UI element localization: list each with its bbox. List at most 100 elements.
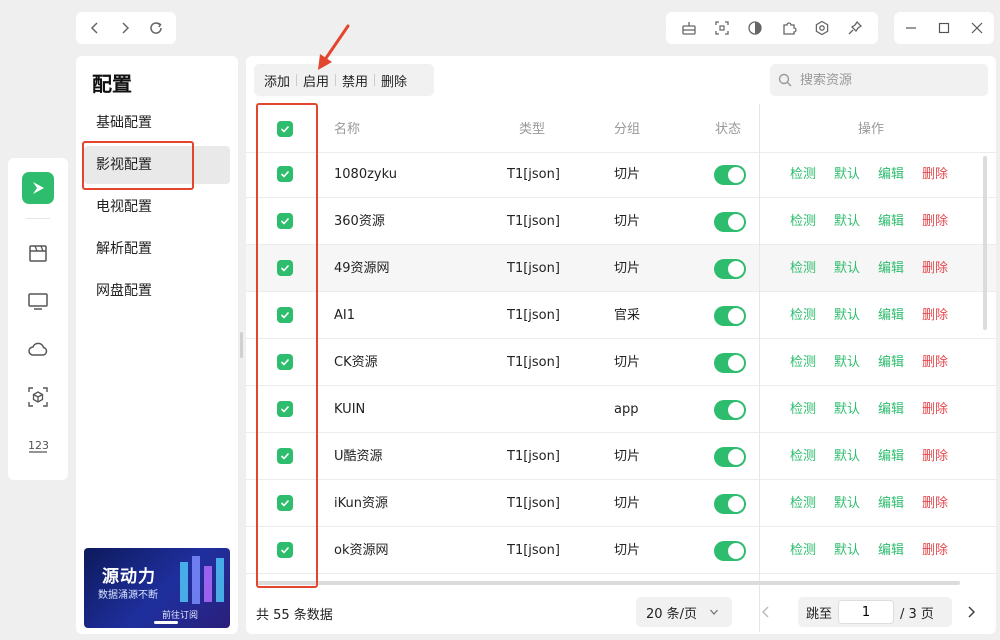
table-row[interactable]: AI1 T1[json] 官采 检测 默认 编辑 删除 — [246, 292, 996, 339]
check-link[interactable]: 检测 — [790, 292, 816, 339]
status-toggle[interactable] — [714, 494, 746, 514]
table-row[interactable]: 360资源 T1[json] 切片 检测 默认 编辑 删除 — [246, 198, 996, 245]
edit-link[interactable]: 编辑 — [878, 245, 904, 292]
delete-link[interactable]: 删除 — [922, 386, 948, 433]
default-link[interactable]: 默认 — [834, 433, 860, 480]
delete-link[interactable]: 删除 — [922, 433, 948, 480]
search-box[interactable] — [770, 64, 988, 96]
status-toggle[interactable] — [714, 447, 746, 467]
delete-link[interactable]: 删除 — [922, 151, 948, 198]
status-toggle[interactable] — [714, 306, 746, 326]
close-icon[interactable] — [971, 22, 983, 34]
pin-icon[interactable] — [847, 20, 863, 36]
table-row[interactable]: iKun资源 T1[json] 切片 检测 默认 编辑 删除 — [246, 480, 996, 527]
table-row[interactable]: U酷资源 T1[json] 切片 检测 默认 编辑 删除 — [246, 433, 996, 480]
back-icon[interactable] — [88, 21, 102, 35]
delete-link[interactable]: 删除 — [922, 527, 948, 574]
cube-scan-icon[interactable] — [18, 373, 58, 421]
delete-link[interactable]: 删除 — [922, 198, 948, 245]
check-link[interactable]: 检测 — [790, 480, 816, 527]
col-type-header[interactable]: 类型 — [519, 106, 545, 153]
delete-button[interactable]: 删除 — [377, 71, 411, 90]
cell-group: 切片 — [614, 543, 641, 558]
col-status-header[interactable]: 状态 — [715, 106, 741, 153]
delete-link[interactable]: 删除 — [922, 480, 948, 527]
cloud-icon[interactable] — [18, 325, 58, 373]
numbers-icon[interactable]: 123 — [18, 421, 58, 469]
edit-link[interactable]: 编辑 — [878, 386, 904, 433]
search-input[interactable] — [800, 72, 970, 88]
col-ops-header: 操作 — [858, 122, 885, 137]
cell-type: T1[json] — [507, 214, 560, 229]
banner-button[interactable]: 前往订阅 — [162, 608, 198, 621]
check-link[interactable]: 检测 — [790, 433, 816, 480]
default-link[interactable]: 默认 — [834, 292, 860, 339]
toolbar-divider — [374, 74, 376, 86]
check-link[interactable]: 检测 — [790, 151, 816, 198]
edit-link[interactable]: 编辑 — [878, 339, 904, 386]
settings-icon[interactable] — [814, 20, 830, 36]
horizontal-scrollbar[interactable] — [256, 581, 960, 585]
promo-banner[interactable]: 源动力 数据涌源不断 前往订阅 — [84, 548, 230, 628]
minimize-icon[interactable] — [905, 22, 917, 34]
vertical-scrollbar[interactable] — [983, 156, 987, 330]
sidebar-item-netdisk[interactable]: 网盘配置 — [84, 272, 230, 310]
check-link[interactable]: 检测 — [790, 527, 816, 574]
default-link[interactable]: 默认 — [834, 480, 860, 527]
default-link[interactable]: 默认 — [834, 245, 860, 292]
theme-icon[interactable] — [747, 20, 763, 36]
status-toggle[interactable] — [714, 212, 746, 232]
check-link[interactable]: 检测 — [790, 198, 816, 245]
maximize-icon[interactable] — [938, 22, 950, 34]
add-button[interactable]: 添加 — [260, 71, 294, 90]
col-group-header[interactable]: 分组 — [614, 106, 640, 153]
refresh-icon[interactable] — [148, 20, 164, 36]
edit-link[interactable]: 编辑 — [878, 198, 904, 245]
status-toggle[interactable] — [714, 400, 746, 420]
qrcode-icon[interactable] — [714, 20, 730, 36]
app-logo-icon[interactable] — [22, 172, 54, 204]
table-row[interactable]: ok资源网 T1[json] 切片 检测 默认 编辑 删除 — [246, 527, 996, 574]
table-row[interactable]: 49资源网 T1[json] 切片 检测 默认 编辑 删除 — [246, 245, 996, 292]
delete-link[interactable]: 删除 — [922, 339, 948, 386]
annotation-box-checkboxes — [256, 103, 318, 588]
sidebar-item-tv[interactable]: 电视配置 — [84, 188, 230, 226]
table-row[interactable]: 1080zyku T1[json] 切片 检测 默认 编辑 删除 — [246, 151, 996, 198]
default-link[interactable]: 默认 — [834, 527, 860, 574]
check-link[interactable]: 检测 — [790, 386, 816, 433]
status-toggle[interactable] — [714, 353, 746, 373]
delete-link[interactable]: 删除 — [922, 245, 948, 292]
default-link[interactable]: 默认 — [834, 151, 860, 198]
page-jump: 跳至 / 3 页 — [798, 597, 952, 627]
edit-link[interactable]: 编辑 — [878, 527, 904, 574]
edit-link[interactable]: 编辑 — [878, 480, 904, 527]
check-link[interactable]: 检测 — [790, 245, 816, 292]
edit-link[interactable]: 编辑 — [878, 151, 904, 198]
prev-page-icon[interactable] — [760, 605, 772, 619]
default-link[interactable]: 默认 — [834, 339, 860, 386]
robot-icon[interactable] — [681, 20, 697, 36]
film-icon[interactable] — [18, 229, 58, 277]
sidebar-item-parse[interactable]: 解析配置 — [84, 230, 230, 268]
check-link[interactable]: 检测 — [790, 339, 816, 386]
delete-link[interactable]: 删除 — [922, 292, 948, 339]
sidebar-item-basic[interactable]: 基础配置 — [84, 104, 230, 142]
page-size-select[interactable]: 20 条/页 — [636, 597, 732, 627]
status-toggle[interactable] — [714, 541, 746, 561]
tv-icon[interactable] — [18, 277, 58, 325]
default-link[interactable]: 默认 — [834, 386, 860, 433]
table-row[interactable]: CK资源 T1[json] 切片 检测 默认 编辑 删除 — [246, 339, 996, 386]
next-page-icon[interactable] — [965, 605, 977, 619]
cell-type: T1[json] — [507, 449, 560, 464]
table-row[interactable]: KUIN app 检测 默认 编辑 删除 — [246, 386, 996, 433]
edit-link[interactable]: 编辑 — [878, 292, 904, 339]
status-toggle[interactable] — [714, 259, 746, 279]
resize-handle[interactable] — [240, 332, 243, 358]
default-link[interactable]: 默认 — [834, 198, 860, 245]
col-name-header[interactable]: 名称 — [334, 106, 360, 153]
edit-link[interactable]: 编辑 — [878, 433, 904, 480]
puzzle-icon[interactable] — [781, 20, 797, 36]
forward-icon[interactable] — [118, 21, 132, 35]
status-toggle[interactable] — [714, 165, 746, 185]
page-input[interactable] — [838, 600, 895, 624]
